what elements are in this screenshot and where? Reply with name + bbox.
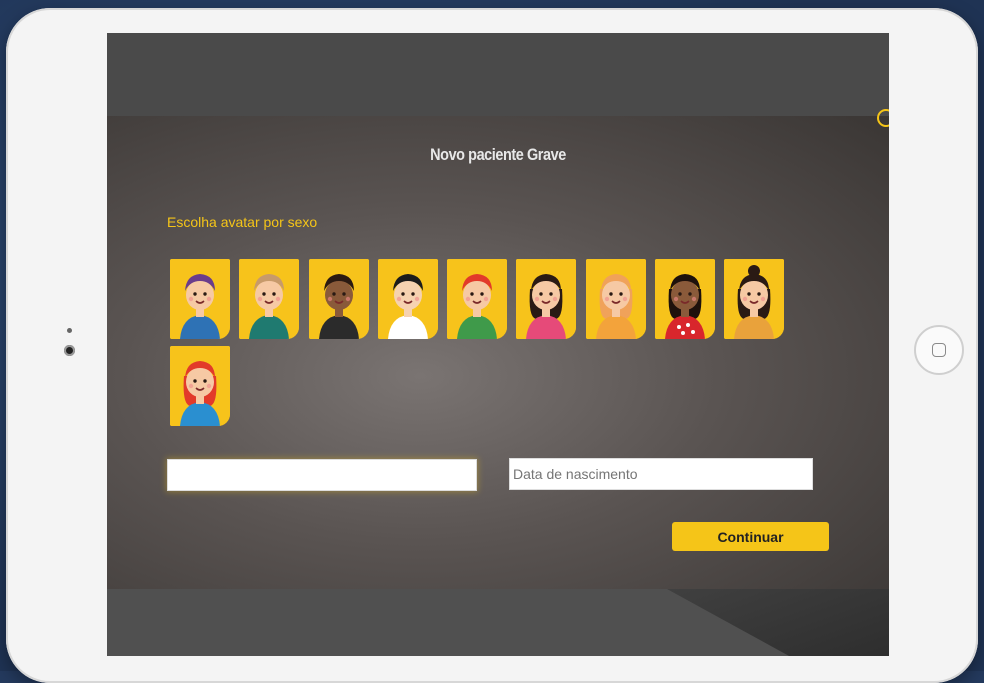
avatar-option-boy-purple-hair[interactable] [170, 259, 230, 339]
avatar-option-girl-red-hair[interactable] [170, 346, 230, 426]
avatar-option-girl-bun[interactable] [724, 259, 784, 339]
name-input[interactable] [167, 459, 477, 491]
continue-button[interactable]: Continuar [672, 522, 829, 551]
avatar-option-boy-dark-skin[interactable] [309, 259, 369, 339]
home-button-icon [932, 343, 946, 357]
avatar-option-boy-red-hair[interactable] [447, 259, 507, 339]
bottom-bar-decoration [667, 589, 889, 656]
camera-icon [64, 345, 75, 356]
avatar-section-label: Escolha avatar por sexo [167, 214, 318, 230]
avatar-option-girl-ponytail[interactable] [516, 259, 576, 339]
home-button[interactable] [914, 325, 964, 375]
app-screen: Novo paciente Grave Escolha avatar por s… [107, 33, 889, 656]
close-icon[interactable] [877, 109, 889, 127]
avatar-option-boy-light-hair[interactable] [239, 259, 299, 339]
avatar-option-girl-dark-skin[interactable] [655, 259, 715, 339]
page-title: Novo paciente Grave [430, 145, 566, 164]
top-bar [107, 33, 889, 116]
birthdate-input[interactable] [509, 458, 813, 490]
bottom-bar [107, 589, 889, 656]
avatar-option-girl-blonde[interactable] [586, 259, 646, 339]
avatar-option-boy-black-hair[interactable] [378, 259, 438, 339]
sensor-dot [67, 328, 72, 333]
